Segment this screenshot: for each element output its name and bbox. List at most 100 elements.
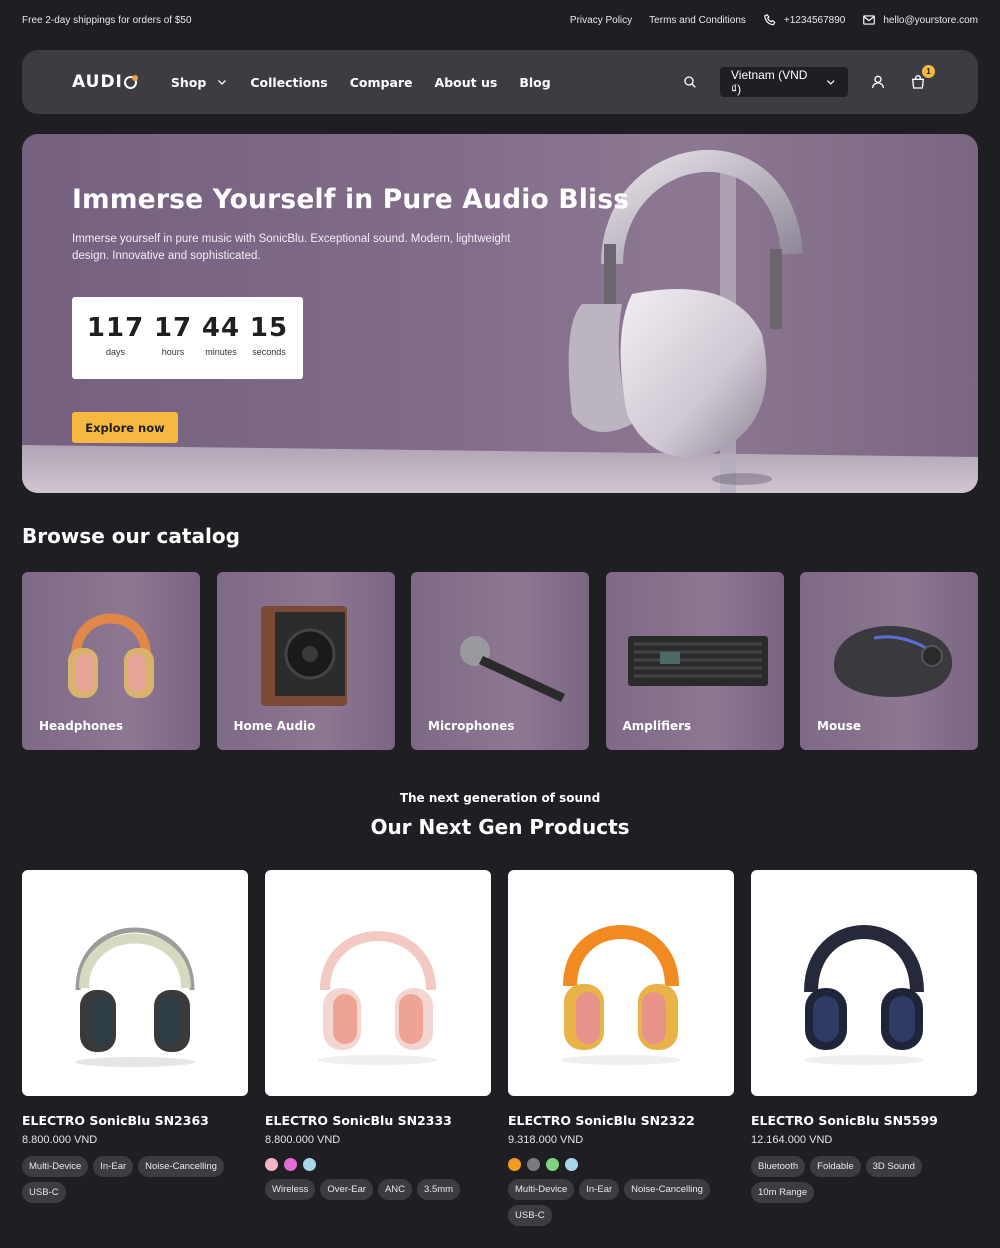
nav-collections[interactable]: Collections [250,75,327,90]
product-tags: Multi-Device In-Ear Noise-Cancelling USB… [508,1179,734,1226]
catalog-item-amplifiers[interactable]: Amplifiers [605,572,784,750]
color-swatch[interactable] [565,1158,578,1171]
catalog-item-label: Mouse [817,719,862,733]
countdown-timer: 117 days 17 hours 44 minutes 15 seconds [72,297,303,379]
catalog-item-label: Home Audio [233,719,316,733]
email-contact[interactable]: hello@yourstore.com [862,13,978,27]
catalog-item-mouse[interactable]: Mouse [800,572,978,750]
speaker-icon [260,606,347,706]
color-swatches [265,1158,491,1171]
user-icon [872,75,884,89]
product-tag: Multi-Device [508,1179,575,1200]
next-gen-title: Our Next Gen Products [370,815,630,839]
logo[interactable]: AUDI [72,72,138,92]
currency-label: Vietnam (VND ₫) [731,68,808,96]
nav-shop-label: Shop [170,74,207,90]
mouse-icon [834,626,953,698]
countdown-label: minutes [205,347,237,357]
countdown-value: 44 [201,313,241,343]
catalog-item-label: Microphones [428,719,515,733]
phone-contact[interactable]: +1234567890 [763,13,845,27]
product-tag: USB-C [508,1205,552,1226]
product-card: ELECTRO SonicBlu SN2322 9.318.000 VND Mu… [508,870,734,1226]
product-tag: Multi-Device [22,1156,89,1177]
email-address: hello@yourstore.com [883,14,978,26]
countdown-hours: 17 hours [154,313,192,379]
currency-selector[interactable]: Vietnam (VND ₫) [720,67,848,97]
catalog-item-label: Amplifiers [622,719,692,733]
top-bar: Free 2-day shippings for orders of $50 P… [22,0,978,40]
catalog-item-home-audio[interactable]: Home Audio [216,572,395,750]
product-card: ELECTRO SonicBlu SN2333 8.800.000 VND Wi… [265,870,491,1226]
logo-text: AUDI [72,72,123,92]
countdown-label: days [106,347,126,357]
product-card: ELECTRO SonicBlu SN2363 8.800.000 VND Mu… [22,870,248,1226]
main-nav: Shop Collections Compare About us Blog [171,75,551,90]
product-tag: Wireless [265,1179,316,1200]
product-headphones-image [318,931,438,1065]
cart-count-badge: 1 [922,65,935,78]
explore-now-button[interactable]: Explore now [72,412,178,443]
account-button[interactable] [868,72,888,92]
product-name[interactable]: ELECTRO SonicBlu SN2333 [265,1113,491,1128]
product-tag: 3.5mm [417,1179,461,1200]
chevron-down-icon [218,80,227,85]
product-tags: Wireless Over-Ear ANC 3.5mm [265,1179,491,1200]
catalog-title: Browse our catalog [22,524,240,548]
product-tag: USB-C [22,1182,66,1203]
product-tag: Noise-Cancelling [624,1179,710,1200]
countdown-minutes: 44 minutes [202,313,240,379]
header-tools: Vietnam (VND ₫) 1 [680,65,935,97]
product-tag: In-Ear [579,1179,620,1200]
cart-button[interactable]: 1 [908,65,935,92]
search-button[interactable] [680,72,700,92]
product-tag: Bluetooth [751,1156,806,1177]
hero-description: Immerse yourself in pure music with Soni… [72,233,511,262]
nav-shop[interactable]: Shop [171,75,228,90]
color-swatch[interactable] [546,1158,559,1171]
nav-about-us[interactable]: About us [435,75,498,90]
countdown-value: 17 [153,313,193,343]
amplifier-icon [627,636,768,686]
logo-o-icon [123,74,138,89]
product-tags: Multi-Device In-Ear Noise-Cancelling USB… [22,1156,248,1203]
countdown-days: 117 days [87,313,144,379]
main-header: AUDI Shop Collections Compare About us B… [22,50,978,114]
product-headphones-image [561,925,681,1065]
product-headphones-image [804,925,924,1065]
countdown-value: 15 [249,313,289,343]
terms-link[interactable]: Terms and Conditions [649,15,746,26]
product-price: 8.800.000 VND [22,1134,98,1146]
nav-compare[interactable]: Compare [350,75,413,90]
product-name[interactable]: ELECTRO SonicBlu SN2322 [508,1113,734,1128]
color-swatch[interactable] [527,1158,540,1171]
product-image[interactable] [22,870,248,1096]
product-price: 9.318.000 VND [508,1134,584,1146]
product-image[interactable] [751,870,977,1096]
catalog-item-microphones[interactable]: Microphones [411,572,589,750]
product-tag: In-Ear [93,1156,134,1177]
catalog-grid: Headphones Home Audio Microphones Amplif… [22,572,978,750]
product-card: ELECTRO SonicBlu SN5599 12.164.000 VND B… [751,870,977,1226]
countdown-value: 117 [86,313,145,343]
shipping-promo: Free 2-day shippings for orders of $50 [22,14,192,26]
catalog-item-headphones[interactable]: Headphones [22,572,200,750]
nav-blog[interactable]: Blog [519,75,550,90]
product-image[interactable] [265,870,491,1096]
product-headphones-image [75,927,195,1067]
product-tags: Bluetooth Foldable 3D Sound 10m Range [751,1156,977,1203]
product-grid: ELECTRO SonicBlu SN2363 8.800.000 VND Mu… [22,870,978,1226]
product-name[interactable]: ELECTRO SonicBlu SN5599 [751,1113,977,1128]
countdown-label: hours [161,347,185,357]
color-swatch[interactable] [508,1158,521,1171]
privacy-link[interactable]: Privacy Policy [570,15,632,26]
color-swatch[interactable] [265,1158,278,1171]
product-tag: Over-Ear [320,1179,373,1200]
product-tag: 10m Range [751,1182,815,1203]
product-image[interactable] [508,870,734,1096]
next-gen-subtitle: The next generation of sound [399,791,601,805]
product-tag: Noise-Cancelling [138,1156,224,1177]
color-swatch[interactable] [303,1158,316,1171]
color-swatch[interactable] [284,1158,297,1171]
product-name[interactable]: ELECTRO SonicBlu SN2363 [22,1113,248,1128]
